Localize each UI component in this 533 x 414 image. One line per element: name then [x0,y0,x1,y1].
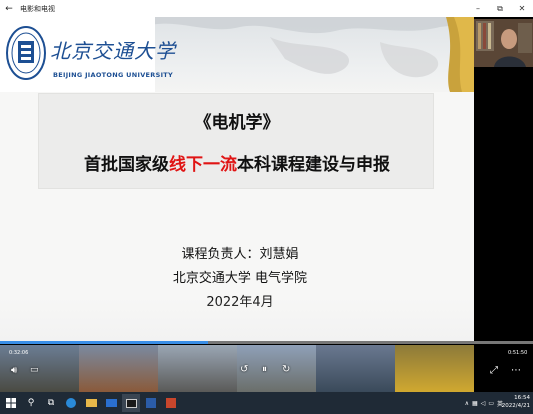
title-box: 《电机学》 首批国家级线下一流本科课程建设与申报 [38,93,434,189]
preview-thumbnail [158,345,237,392]
maximize-button[interactable]: ⧉ [489,4,511,14]
windows-taskbar: ⚲ ⧉ ∧ ▦ ◁ ▭ 英 16:54 2022/4/21 [0,392,533,414]
subtitle-part-2: 本科课程建设与申报 [237,155,390,175]
pause-icon[interactable]: ⏸︎ [262,364,267,375]
slide-subtitle: 首批国家级线下一流本科课程建设与申报 [39,150,435,175]
preview-thumbnail [237,345,316,392]
forward-icon[interactable]: ↻ [282,364,290,375]
organization-line: 北京交通大学 电气学院 [172,271,308,286]
mail-app-icon[interactable] [102,394,120,412]
university-name-en: BEIJING JIAOTONG UNIVERSITY [53,71,174,79]
subtitles-icon[interactable]: ▭ [30,365,39,375]
search-icon[interactable]: ⚲ [22,394,40,412]
rewind-icon[interactable]: ↺ [240,364,248,375]
preview-thumbnail [316,345,395,392]
chevron-up-icon[interactable]: ∧ [465,400,469,407]
title-bar: ← 电影和电视 – ⧉ ✕ [0,0,533,17]
subtitle-highlight: 线下一流 [169,155,237,175]
slide-video-frame[interactable]: 北京交通大学 BEIJING JIAOTONG UNIVERSITY 《电机学》… [0,17,474,341]
more-options-icon[interactable]: ⋯ [511,365,521,376]
course-lead-line: 课程负责人：刘慧娟 [181,247,299,262]
network-icon[interactable]: ▦ [472,400,478,407]
edge-app-icon[interactable] [62,394,80,412]
world-map-art [150,17,474,92]
preview-thumbnail [79,345,158,392]
participant-column [474,17,533,392]
volume-icon[interactable]: 🔊︎ [11,365,17,376]
webcam-image [474,19,533,67]
preview-strip [0,345,474,392]
back-button[interactable]: ← [0,4,18,14]
progress-fill [0,341,208,344]
close-button[interactable]: ✕ [511,4,533,13]
minimize-button[interactable]: – [467,4,489,13]
course-title: 《电机学》 [194,113,280,133]
university-seal-icon [6,26,46,80]
system-tray: ∧ ▦ ◁ ▭ 英 [465,392,503,414]
file-explorer-icon[interactable] [82,394,100,412]
university-logo: 北京交通大学 BEIJING JIAOTONG UNIVERSITY [0,17,175,92]
player-controls: 0:32:06 0:51:50 🔊︎ ▭ ↺ ⏸︎ ↻ ⤢ ⋯ [0,341,533,392]
presenter-webcam [474,19,533,67]
task-view-icon[interactable]: ⧉ [42,394,60,412]
clock-date: 2022/4/21 [501,403,530,409]
powerpoint-app-icon[interactable] [162,394,180,412]
clock-time: 16:54 [514,395,530,401]
movies-tv-window: ← 电影和电视 – ⧉ ✕ 北京交通大学 BEIJING JIAOTONG UN… [0,0,533,392]
window-title: 电影和电视 [20,4,55,13]
word-app-icon[interactable] [142,394,160,412]
slide-banner: 北京交通大学 BEIJING JIAOTONG UNIVERSITY [0,17,474,92]
subtitle-part-1: 首批国家级 [84,155,169,175]
start-icon[interactable] [2,394,20,412]
player-overlay [0,297,474,341]
volume-tray-icon[interactable]: ◁ [481,400,486,407]
preview-thumbnail [395,345,474,392]
taskbar-clock[interactable]: 16:54 2022/4/21 [502,394,530,410]
fullscreen-icon[interactable]: ⤢ [490,365,498,376]
remaining-time: 0:51:50 [508,350,528,356]
university-name-cn: 北京交通大学 [50,39,176,63]
battery-icon[interactable]: ▭ [488,400,494,407]
video-app-icon[interactable] [122,394,140,412]
elapsed-time: 0:32:06 [9,350,29,356]
progress-bar[interactable] [0,341,533,344]
